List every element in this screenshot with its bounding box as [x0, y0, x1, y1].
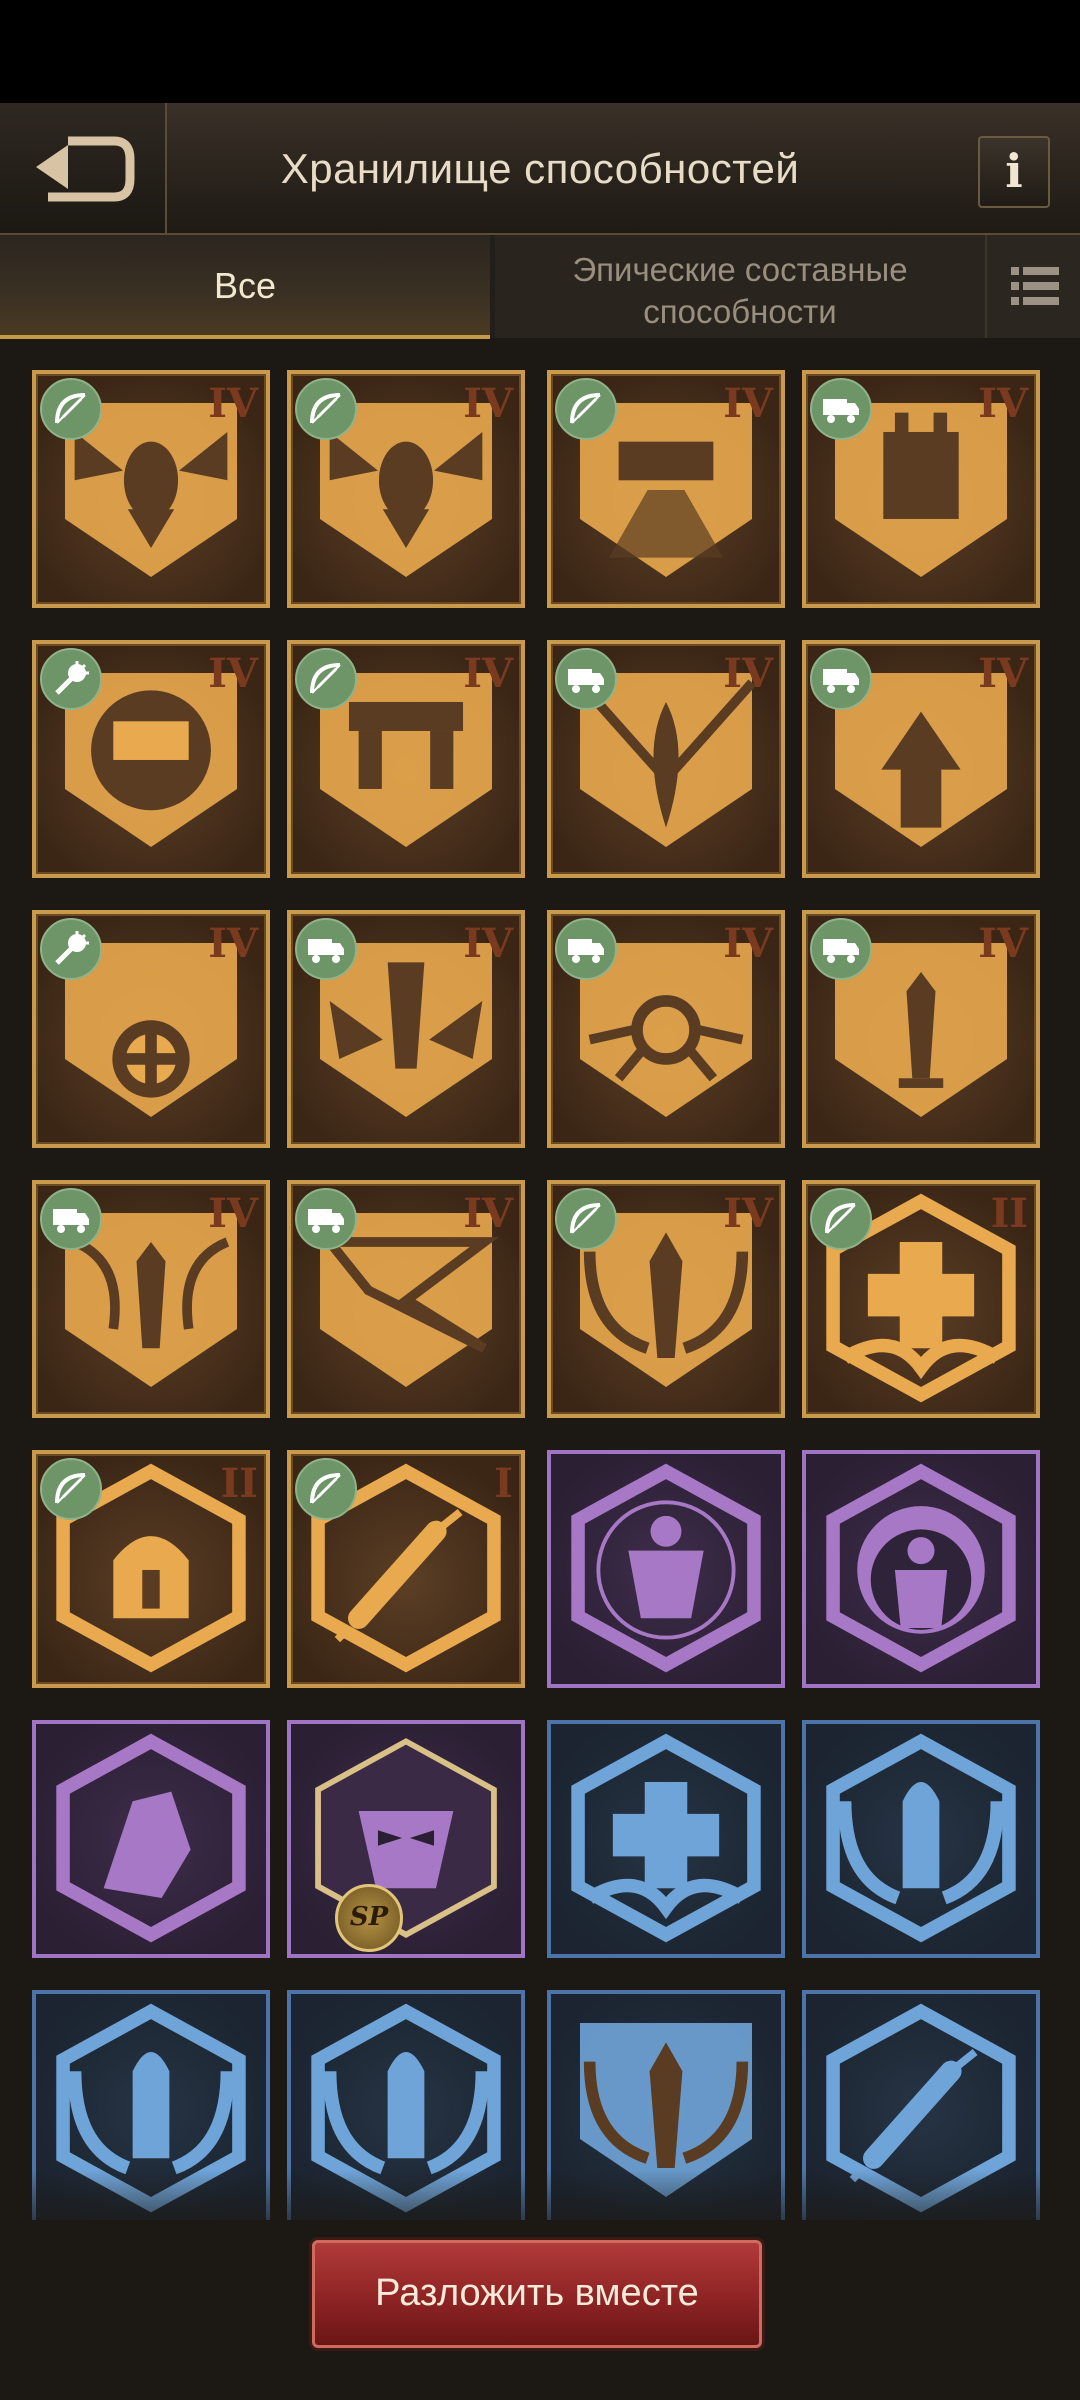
skill-level: IV	[208, 920, 258, 967]
disassemble-all-button[interactable]: Разложить вместе	[312, 2240, 762, 2348]
skill-level: IV	[463, 650, 513, 697]
skill-card-sword-swirl[interactable]: IV	[32, 1180, 270, 1418]
skill-level: IV	[978, 380, 1028, 427]
skill-card-wings-emblem[interactable]: IV	[32, 370, 270, 608]
tab-all[interactable]: Все	[0, 235, 490, 339]
skill-level: IV	[208, 380, 258, 427]
skill-card-syringe[interactable]: I	[287, 1450, 525, 1688]
bow-icon	[40, 378, 102, 440]
skill-grid: IV IV IV IV IV IV IV IV IV IV IV IV IV I…	[32, 370, 1052, 2220]
skill-card-fist-burst[interactable]	[32, 1720, 270, 1958]
bow-icon	[810, 1188, 872, 1250]
skill-level: IV	[978, 920, 1028, 967]
skill-card-medical-cross[interactable]	[547, 1720, 785, 1958]
bow-icon	[295, 1458, 357, 1520]
truck-icon	[295, 1188, 357, 1250]
skill-level: IV	[723, 650, 773, 697]
back-button[interactable]	[0, 103, 167, 233]
skill-card-sword-rays[interactable]: IV	[802, 910, 1040, 1148]
skill-level: IV	[463, 380, 513, 427]
skill-level: IV	[723, 1190, 773, 1237]
skill-card-crescent-figure[interactable]	[802, 1450, 1040, 1688]
skill-level: IV	[463, 920, 513, 967]
truck-icon	[555, 918, 617, 980]
bow-icon	[295, 648, 357, 710]
mask-icon	[315, 1738, 497, 1938]
skill-level: IV	[463, 1190, 513, 1237]
strongman-icon	[571, 1463, 761, 1673]
medical-cross-icon	[571, 1733, 761, 1943]
skill-card-fortress-rays[interactable]: IV	[547, 370, 785, 608]
skill-level: IV	[978, 650, 1028, 697]
skill-level: I	[494, 1460, 513, 1507]
tab-epic-label: Эпические составные способности	[572, 251, 908, 330]
list-icon	[1011, 267, 1059, 305]
skill-card-strongman[interactable]	[547, 1450, 785, 1688]
bow-icon	[295, 378, 357, 440]
bow-icon	[40, 1458, 102, 1520]
truck-icon	[555, 648, 617, 710]
skill-card-fortress-gate[interactable]: IV	[287, 640, 525, 878]
skill-card-broken-shield[interactable]: IV	[287, 1180, 525, 1418]
header-bar: Хранилище способностей i	[0, 103, 1080, 235]
mace-icon	[40, 648, 102, 710]
skill-card-arrow-up-chevron[interactable]: IV	[802, 640, 1040, 878]
page-title: Хранилище способностей	[280, 145, 800, 192]
skill-level: II	[220, 1460, 258, 1507]
crescent-figure-icon	[826, 1463, 1016, 1673]
skill-level: II	[990, 1190, 1028, 1237]
sp-badge: SP	[335, 1884, 403, 1952]
status-bar	[0, 0, 1080, 103]
skill-card-mask[interactable]: SP	[287, 1720, 525, 1958]
tab-bar: Все Эпические составные способности	[0, 235, 1080, 339]
truck-icon	[810, 918, 872, 980]
truck-icon	[295, 918, 357, 980]
skill-card-medical-cross[interactable]: II	[802, 1180, 1040, 1418]
skill-card-ring-rays[interactable]: IV	[547, 910, 785, 1148]
fist-burst-icon	[56, 1733, 246, 1943]
bullet-icon	[826, 1733, 1016, 1943]
skill-card-flame-chevron[interactable]: IV	[547, 640, 785, 878]
truck-icon	[40, 1188, 102, 1250]
skill-card-fortress-tower[interactable]: IV	[802, 370, 1040, 608]
skill-card-wings-emblem[interactable]: IV	[287, 370, 525, 608]
tab-all-label: Все	[213, 265, 277, 306]
tab-epic-combined[interactable]: Эпические составные способности	[495, 235, 985, 338]
skill-level: IV	[208, 650, 258, 697]
truck-icon	[810, 378, 872, 440]
skill-level: IV	[208, 1190, 258, 1237]
skill-level: IV	[723, 380, 773, 427]
skill-card-fortress-dome[interactable]: IV	[32, 640, 270, 878]
bow-icon	[555, 1188, 617, 1250]
skill-card-bullet[interactable]	[802, 1720, 1040, 1958]
skill-level: IV	[723, 920, 773, 967]
skill-card-wings-shield[interactable]: IV	[287, 910, 525, 1148]
skill-card-sword-wings[interactable]: IV	[547, 1180, 785, 1418]
mace-icon	[40, 918, 102, 980]
bow-icon	[555, 378, 617, 440]
skill-card-helmet-burst[interactable]: II	[32, 1450, 270, 1688]
back-arrow-icon	[36, 136, 135, 202]
skill-card-wheel-chevron[interactable]: IV	[32, 910, 270, 1148]
list-view-button[interactable]	[985, 235, 1080, 338]
info-button[interactable]: i	[978, 136, 1050, 208]
truck-icon	[810, 648, 872, 710]
